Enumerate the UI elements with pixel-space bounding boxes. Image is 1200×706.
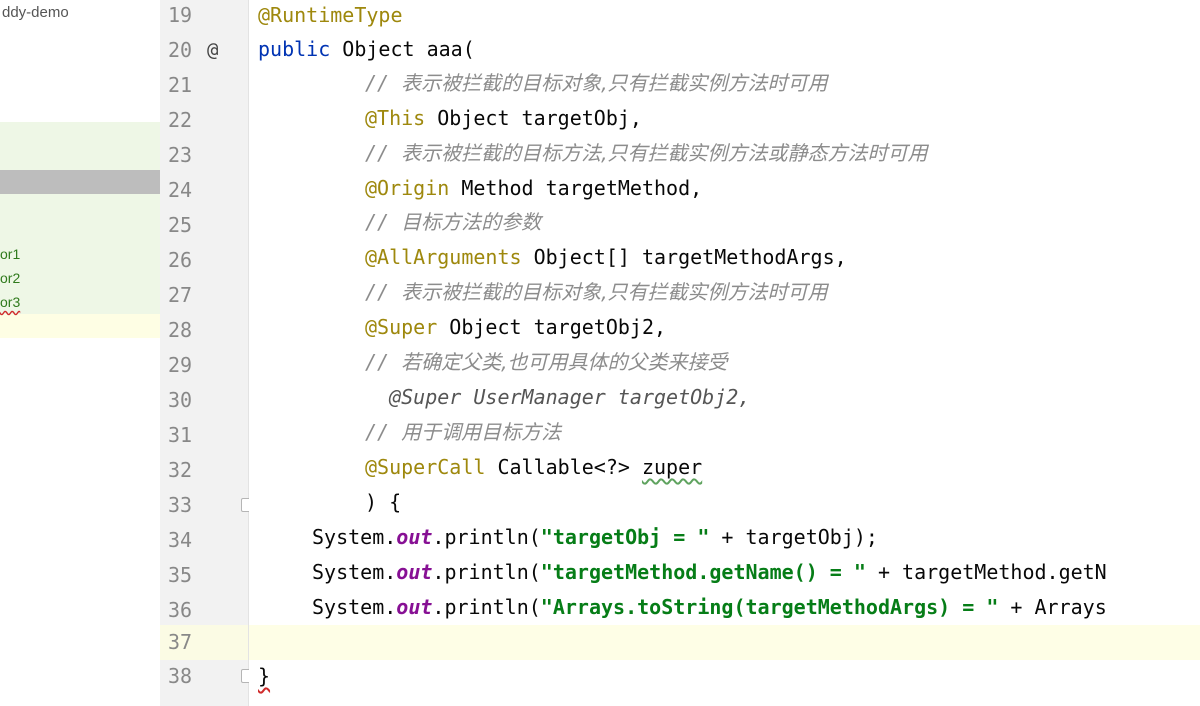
- gutter-line: 28: [160, 315, 248, 350]
- tree-node[interactable]: or1: [0, 246, 20, 262]
- current-line-highlight: [249, 625, 1200, 660]
- keyword: public: [258, 37, 331, 61]
- code-line-38[interactable]: }: [258, 661, 270, 691]
- gutter-line: 26: [160, 245, 248, 280]
- code-line-35[interactable]: System.out.println("targetMethod.getName…: [312, 557, 1107, 587]
- gutter-line: 29: [160, 350, 248, 385]
- gutter-line: 30: [160, 385, 248, 420]
- gutter-line: 21: [160, 70, 248, 105]
- project-root-label[interactable]: ddy-demo: [2, 4, 69, 21]
- line-number: 23: [168, 143, 193, 167]
- code-line-26[interactable]: @AllArguments Object[] targetMethodArgs,: [365, 242, 847, 272]
- gutter-line: 34: [160, 525, 248, 560]
- line-number: 28: [168, 318, 193, 342]
- line-number: 36: [168, 598, 193, 622]
- override-marker-icon[interactable]: @: [207, 35, 218, 65]
- tree-highlight-band: [0, 122, 160, 170]
- unused-param-warning: zuper: [641, 455, 703, 479]
- line-number: 37: [168, 630, 193, 654]
- code-line-30[interactable]: @Super UserManager targetObj2,: [365, 382, 750, 412]
- tree-node[interactable]: or2: [0, 270, 20, 286]
- annotation: @RuntimeType: [258, 3, 403, 27]
- gutter-line: 20 @: [160, 35, 248, 70]
- code-line-28[interactable]: @Super Object targetObj2,: [365, 312, 666, 342]
- line-number: 31: [168, 423, 193, 447]
- code-line-29[interactable]: // 若确定父类,也可用具体的父类来接受: [365, 347, 727, 377]
- line-number: 25: [168, 213, 193, 237]
- tree-current-row: [0, 314, 160, 338]
- gutter-line: 25: [160, 210, 248, 245]
- line-number: 24: [168, 178, 193, 202]
- code-line-21[interactable]: // 表示被拦截的目标对象,只有拦截实例方法时可用: [365, 68, 827, 98]
- code-line-20[interactable]: public Object aaa(: [258, 34, 475, 64]
- tree-highlight-band: [0, 194, 160, 314]
- gutter-line: 22: [160, 105, 248, 140]
- code-line-31[interactable]: // 用于调用目标方法: [365, 417, 561, 447]
- editor-gutter: 19 20 @ 21 22 23 24 25 26 27 28 29 30 31 …: [160, 0, 255, 706]
- code-editor[interactable]: @RuntimeType public Object aaa( // 表示被拦截…: [249, 0, 1200, 706]
- gutter-line: 19: [160, 0, 248, 35]
- code-line-22[interactable]: @This Object targetObj,: [365, 103, 642, 133]
- code-line-36[interactable]: System.out.println("Arrays.toString(targ…: [312, 592, 1107, 622]
- line-number: 27: [168, 283, 193, 307]
- line-number: 22: [168, 108, 193, 132]
- line-number: 32: [168, 458, 193, 482]
- line-number: 35: [168, 563, 193, 587]
- project-tree-panel: ddy-demo or1 or2 or3: [0, 0, 160, 706]
- gutter-line: 31: [160, 420, 248, 455]
- gutter-line: 38: [160, 661, 255, 696]
- code-line-23[interactable]: // 表示被拦截的目标方法,只有拦截实例方法或静态方法时可用: [365, 138, 927, 168]
- gutter-line: 35: [160, 560, 248, 595]
- gutter-line: 33: [160, 490, 255, 525]
- gutter-line: 24: [160, 175, 248, 210]
- line-number: 29: [168, 353, 193, 377]
- gutter-line-current: 37: [160, 625, 248, 660]
- line-number: 38: [168, 664, 193, 688]
- line-number: 33: [168, 493, 193, 517]
- line-number: 21: [168, 73, 193, 97]
- closing-brace: }: [258, 664, 271, 688]
- code-line-32[interactable]: @SuperCall Callable<?> zuper: [365, 452, 702, 482]
- code-line-34[interactable]: System.out.println("targetObj = " + targ…: [312, 522, 878, 552]
- line-number: 19: [168, 3, 193, 27]
- gutter-line: 32: [160, 455, 248, 490]
- code-line-27[interactable]: // 表示被拦截的目标对象,只有拦截实例方法时可用: [365, 277, 827, 307]
- line-number: 26: [168, 248, 193, 272]
- gutter-line: 27: [160, 280, 248, 315]
- tree-node[interactable]: or3: [0, 294, 20, 310]
- line-number: 20: [168, 38, 193, 62]
- code-line-25[interactable]: // 目标方法的参数: [365, 207, 541, 237]
- line-number: 34: [168, 528, 193, 552]
- code-line-19[interactable]: @RuntimeType: [258, 0, 403, 30]
- code-line-24[interactable]: @Origin Method targetMethod,: [365, 173, 702, 203]
- gutter-line: 23: [160, 140, 248, 175]
- tree-selected-row[interactable]: [0, 170, 160, 194]
- code-line-33[interactable]: ) {: [365, 487, 401, 517]
- line-number: 30: [168, 388, 193, 412]
